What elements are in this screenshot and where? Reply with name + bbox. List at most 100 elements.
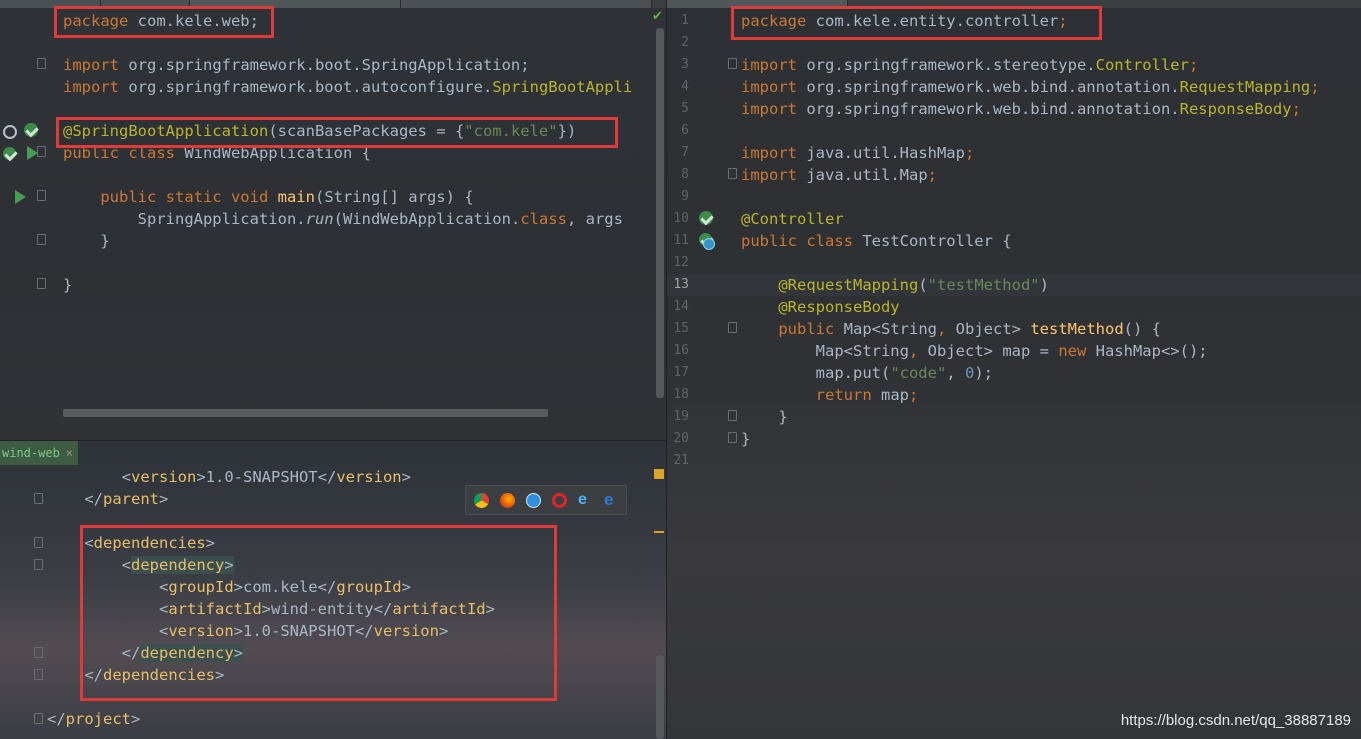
line-number: 13 — [673, 277, 689, 292]
watermark: https://blog.csdn.net/qq_38887189 — [1120, 712, 1351, 729]
line-number: 12 — [673, 255, 689, 270]
code-token: ResponseBody — [1179, 100, 1292, 118]
tab-label: wind-web — [2, 446, 60, 460]
code-line[interactable]: map.put("code", 0); — [741, 362, 993, 384]
code-token: ; — [1310, 78, 1320, 96]
edge-icon[interactable]: e — [604, 491, 619, 508]
code-line[interactable]: import java.util.HashMap; — [741, 142, 974, 164]
fold-icon[interactable] — [728, 322, 737, 333]
fold-icon[interactable] — [34, 537, 43, 548]
code-token: version — [131, 468, 197, 486]
fold-icon[interactable] — [728, 168, 737, 179]
change-marker[interactable] — [654, 531, 664, 533]
vertical-scrollbar[interactable] — [656, 28, 664, 398]
code-token: Map<String — [834, 320, 937, 338]
warning-marker[interactable] — [654, 469, 664, 479]
code-token: public static void — [63, 188, 269, 206]
spring-bean-icon[interactable] — [3, 147, 16, 160]
code-token: java.util.Map — [797, 166, 928, 184]
fold-icon[interactable] — [34, 669, 43, 680]
code-token: < — [47, 468, 131, 486]
fold-icon[interactable] — [34, 559, 43, 570]
safari-icon[interactable] — [526, 493, 541, 508]
left-editor[interactable]: ✔ package com.kele.web; import org.sprin… — [0, 0, 666, 440]
opera-icon[interactable] — [552, 493, 567, 508]
code-token: Object> map = — [918, 342, 1059, 360]
code-line[interactable]: public static void main(String[] args) { — [63, 186, 474, 208]
code-token: new — [1058, 342, 1087, 360]
firefox-icon[interactable] — [500, 493, 515, 508]
code-line[interactable]: import org.springframework.boot.SpringAp… — [63, 54, 530, 76]
code-token: </ — [47, 490, 103, 508]
pom-editor[interactable]: wind-web × <version>1.0-SNAPSHOT</version… — [0, 441, 666, 739]
code-line[interactable]: } — [741, 406, 788, 428]
fold-icon[interactable] — [37, 58, 46, 69]
fold-icon[interactable] — [34, 647, 43, 658]
fold-icon[interactable] — [34, 713, 43, 724]
code-token: import — [741, 166, 797, 184]
code-line[interactable]: <version>1.0-SNAPSHOT</version> — [47, 466, 411, 488]
code-token: } — [741, 408, 788, 426]
code-token: org.springframework.boot.autoconfigure. — [119, 78, 493, 96]
code-token: @RequestMapping — [741, 276, 919, 294]
code-token: , — [908, 342, 919, 360]
code-line[interactable]: import org.springframework.stereotype.Co… — [741, 54, 1198, 76]
code-line[interactable]: Map<String, Object> map = new HashMap<>(… — [741, 340, 1208, 362]
code-token: org.springframework.web.bind.annotation. — [797, 100, 1180, 118]
code-token: "code" — [890, 364, 947, 382]
vertical-scrollbar[interactable] — [656, 655, 664, 739]
code-line[interactable]: import java.util.Map; — [741, 164, 937, 186]
code-token: 0 — [964, 364, 975, 382]
code-line[interactable]: </parent> — [47, 488, 168, 510]
highlight-annotation-box — [56, 117, 618, 148]
line-number: 15 — [673, 321, 689, 336]
code-line[interactable]: @Controller — [741, 208, 844, 230]
line-number: 3 — [681, 57, 689, 72]
spring-bean-icon[interactable] — [699, 211, 713, 225]
fold-icon[interactable] — [728, 432, 737, 443]
close-icon[interactable]: × — [66, 446, 73, 460]
code-line[interactable]: import org.springframework.web.bind.anno… — [741, 76, 1320, 98]
code-line[interactable]: @RequestMapping("testMethod") — [741, 274, 1049, 296]
code-line[interactable]: import org.springframework.boot.autoconf… — [63, 76, 632, 98]
code-token: class — [520, 210, 567, 228]
code-token: public class — [741, 232, 853, 250]
chrome-icon[interactable] — [474, 493, 489, 508]
code-line[interactable]: public Map<String, Object> testMethod() … — [741, 318, 1161, 340]
code-line[interactable]: import org.springframework.web.bind.anno… — [741, 98, 1301, 120]
code-token: , — [946, 364, 965, 382]
fold-icon[interactable] — [37, 234, 46, 245]
editor-tab[interactable] — [401, 0, 652, 8]
fold-icon[interactable] — [728, 410, 737, 421]
code-token: Object> — [946, 320, 1031, 338]
fold-icon[interactable] — [728, 58, 737, 69]
ie-icon[interactable]: e — [578, 492, 593, 508]
code-line[interactable]: SpringApplication.run(WindWebApplication… — [63, 208, 623, 230]
fold-icon[interactable] — [37, 146, 46, 157]
code-line[interactable]: public class TestController { — [741, 230, 1012, 252]
code-token: @ResponseBody — [741, 298, 900, 316]
code-token: version — [336, 468, 402, 486]
spring-bean-icon[interactable] — [24, 123, 38, 137]
search-icon[interactable] — [3, 125, 17, 139]
fold-icon[interactable] — [37, 278, 46, 289]
horizontal-scrollbar[interactable] — [63, 409, 548, 417]
code-line[interactable]: </project> — [47, 708, 140, 730]
class-icon — [703, 238, 715, 250]
right-editor[interactable]: 1 2 3 4 5 6 7 8 9 10 11 12 13 14 15 16 17 18 19 20 21 packag… — [667, 0, 1361, 739]
code-token: import — [741, 78, 797, 96]
run-icon[interactable] — [15, 190, 26, 204]
fold-icon[interactable] — [37, 190, 46, 201]
code-token: import — [741, 56, 797, 74]
fold-icon[interactable] — [34, 493, 43, 504]
code-token: > — [401, 468, 411, 486]
code-line[interactable]: @ResponseBody — [741, 296, 900, 318]
tab-wind-web[interactable]: wind-web × — [0, 441, 78, 465]
code-token: (String[] args) { — [314, 188, 474, 206]
code-line[interactable]: } — [63, 230, 109, 252]
code-line[interactable]: } — [63, 274, 72, 296]
code-line[interactable]: } — [741, 428, 750, 450]
code-token: } — [63, 276, 73, 294]
code-line[interactable]: return map; — [741, 384, 919, 406]
